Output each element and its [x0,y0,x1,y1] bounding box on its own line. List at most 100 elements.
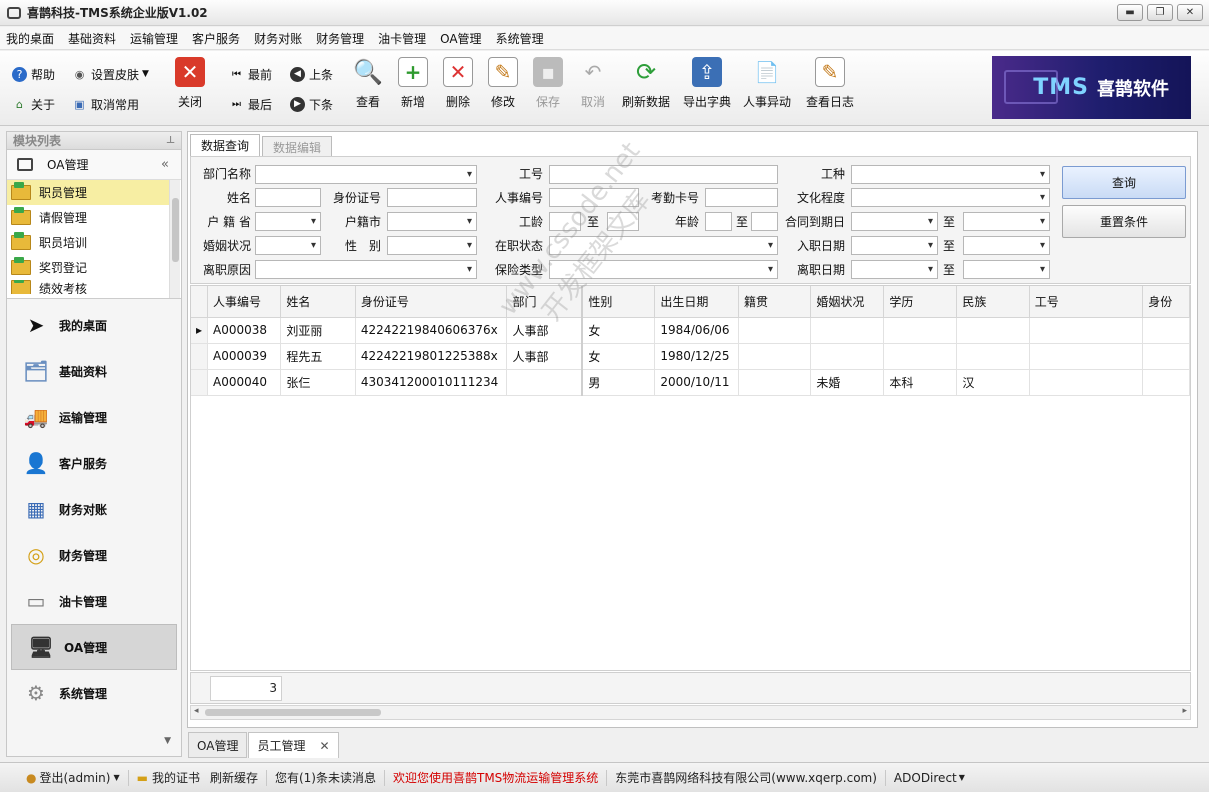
cert-button[interactable]: ▬ 我的证书 刷新缓存 [129,769,267,786]
column-header[interactable]: 籍贯 [738,286,812,318]
table-cell[interactable] [810,343,885,370]
table-row[interactable]: ▸ A000038 刘亚丽 42242219840606376x 人事部女 1984/06… [191,317,1190,344]
table-cell[interactable]: 1984/06/06 [654,317,739,344]
column-header[interactable]: 工号 [1029,286,1144,318]
gender-select[interactable] [387,236,477,255]
column-header[interactable]: 部门 [506,286,584,318]
doctab-oa[interactable]: OA管理 [188,732,248,758]
nav-desktop[interactable]: ➤ 我的桌面 [7,302,181,348]
menu-fuel-card[interactable]: 油卡管理 [378,28,426,49]
sidebar-item-performance[interactable]: 绩效考核 [7,280,181,294]
menu-oa[interactable]: OA管理 [440,28,481,49]
column-header[interactable]: 学历 [883,286,958,318]
marriage-select[interactable] [255,236,321,255]
refresh-cache-link[interactable]: 刷新缓存 [210,769,258,786]
tab-edit[interactable]: 数据编辑 [262,136,333,158]
refresh-button[interactable]: ⟳ 刷新数据 [618,57,674,117]
table-cell[interactable]: 430341200010111234 [355,369,508,396]
menu-transport[interactable]: 运输管理 [130,28,178,49]
close-window-button[interactable]: ✕ [1177,4,1203,21]
table-cell[interactable] [1029,317,1144,344]
table-row[interactable]: A000040 张仨 430341200010111234 男 2000/10/11 未婚… [191,369,1190,396]
age-to-input[interactable] [751,212,778,231]
doctab-staff[interactable]: 员工管理 ✕ [248,732,339,758]
table-cell[interactable] [883,317,958,344]
next-record-button[interactable]: ▶ 下条 [290,95,333,113]
sidebar-item-staff[interactable]: 职员管理 [7,180,169,205]
table-cell[interactable]: 人事部 [506,343,584,370]
table-cell[interactable] [738,343,812,370]
column-header[interactable]: 身份证号 [355,286,508,318]
log-button[interactable]: ✎ 查看日志 [802,57,858,117]
search-button[interactable]: 查询 [1062,166,1186,199]
table-cell[interactable] [738,317,812,344]
column-header[interactable]: 性别 [582,286,656,318]
table-row[interactable]: A000039 程先五 42242219801225388x 人事部女 1980/12/… [191,343,1190,370]
table-cell[interactable]: 人事部 [506,317,584,344]
unread-message[interactable]: 您有(1)条未读消息 [267,769,385,786]
table-cell[interactable]: 程先五 [280,343,356,370]
column-header[interactable]: 婚姻状况 [810,286,885,318]
column-header[interactable]: 出生日期 [654,286,739,318]
table-cell[interactable]: 未婚 [810,369,885,396]
table-cell[interactable]: 42242219840606376x [355,317,508,344]
connection-select[interactable]: ADODirect ▼ [886,770,973,786]
city-select[interactable] [387,212,477,231]
table-cell[interactable]: A000039 [207,343,282,370]
menu-finance-manage[interactable]: 财务管理 [316,28,364,49]
jobtype-select[interactable] [851,165,1050,184]
hrno-input[interactable] [549,188,639,207]
sidebar-scrollbar[interactable] [169,180,180,298]
hire-date-from-select[interactable] [851,236,938,255]
province-select[interactable] [255,212,321,231]
sidebar-group-oa[interactable]: OA管理 « [7,150,181,180]
seniority-to-input[interactable] [607,212,639,231]
nav-fuel-card[interactable]: ▭ 油卡管理 [7,578,181,624]
sidebar-item-reward[interactable]: 奖罚登记 [7,255,181,280]
logout-button[interactable]: ● 登出(admin) ▼ [18,769,129,786]
nav-finance-manage[interactable]: ◎ 财务管理 [7,532,181,578]
table-cell[interactable] [956,343,1030,370]
cancel-common-button[interactable]: ▣ 取消常用 [72,95,139,113]
table-cell[interactable] [883,343,958,370]
last-record-button[interactable]: ⏭ 最后 [229,95,272,113]
minimize-button[interactable]: ▬ [1117,4,1143,21]
leave-date-to-select[interactable] [963,260,1050,279]
edu-select[interactable] [851,188,1050,207]
column-header[interactable]: 姓名 [280,286,356,318]
table-cell[interactable]: 1980/12/25 [654,343,739,370]
export-button[interactable]: ⇪ 导出字典 [679,57,735,117]
table-cell[interactable]: 女 [582,317,656,344]
insurance-select[interactable] [549,260,778,279]
scroll-down-icon[interactable]: ▼ [164,736,171,746]
table-cell[interactable]: 2000/10/11 [654,369,739,396]
skin-button[interactable]: ◉ 设置皮肤 ▼ [72,65,149,83]
table-cell[interactable] [1142,369,1190,396]
nav-oa[interactable]: 🖥 OA管理 [11,624,177,670]
menu-desktop[interactable]: 我的桌面 [6,28,54,49]
horizontal-scrollbar[interactable]: ◂ ▸ [190,705,1191,720]
table-cell[interactable]: 女 [582,343,656,370]
table-cell[interactable]: 刘亚丽 [280,317,356,344]
collapse-icon[interactable]: « [161,157,169,172]
nav-finance-reconcile[interactable]: ▦ 财务对账 [7,486,181,532]
table-cell[interactable]: 男 [582,369,656,396]
scroll-right-icon[interactable]: ▸ [1182,706,1187,716]
table-cell[interactable] [1142,343,1190,370]
age-from-input[interactable] [705,212,732,231]
about-button[interactable]: ⌂ 关于 [12,95,55,113]
close-tab-icon[interactable]: ✕ [319,739,329,753]
name-input[interactable] [255,188,321,207]
attend-input[interactable] [705,188,778,207]
menu-basic-data[interactable]: 基础资料 [68,28,116,49]
menu-customer-service[interactable]: 客户服务 [192,28,240,49]
table-cell[interactable]: A000040 [207,369,282,396]
column-header[interactable]: 民族 [956,286,1030,318]
dept-select[interactable] [255,165,477,184]
help-button[interactable]: ? 帮助 [12,65,55,83]
leave-date-from-select[interactable] [851,260,938,279]
empno-input[interactable] [549,165,778,184]
first-record-button[interactable]: ⏮ 最前 [229,65,272,83]
table-cell[interactable] [810,317,885,344]
nav-customer-service[interactable]: 👤 客户服务 [7,440,181,486]
